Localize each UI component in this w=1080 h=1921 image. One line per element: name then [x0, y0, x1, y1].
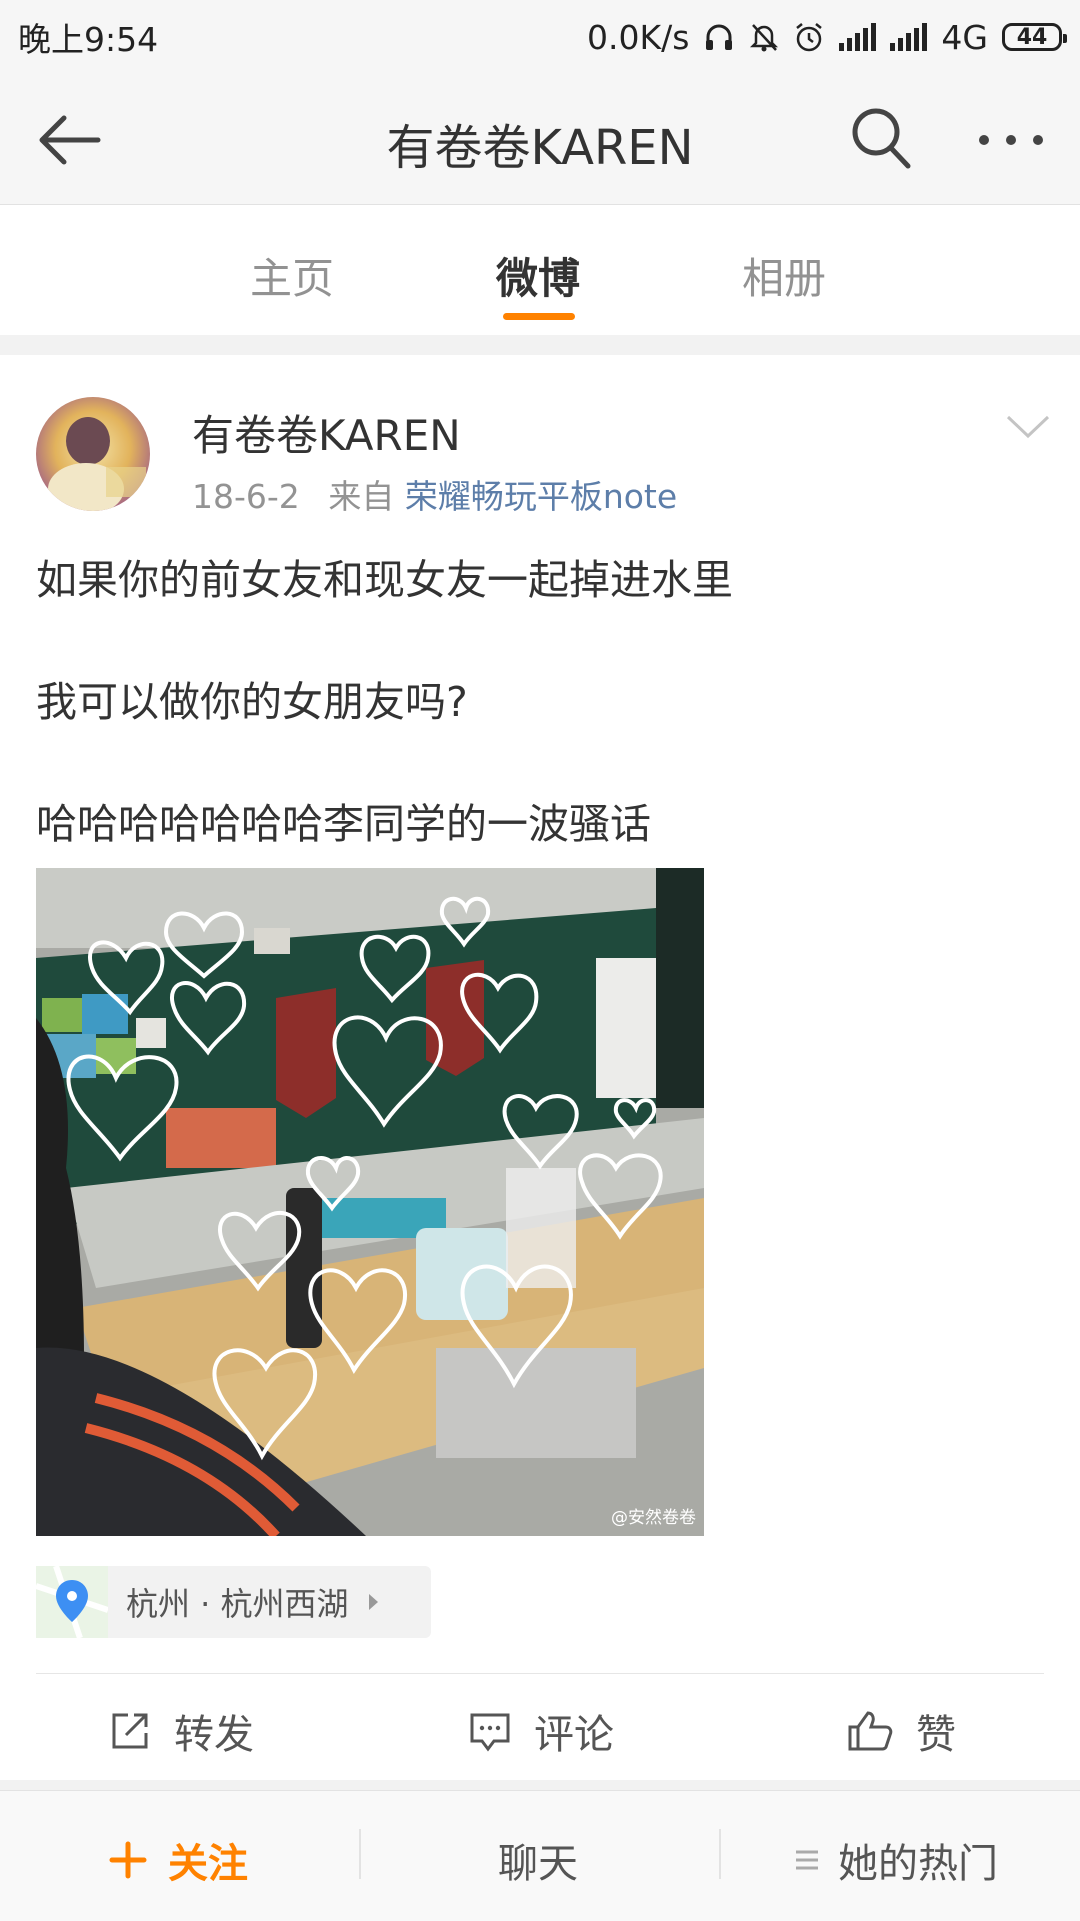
signal-icon: [890, 23, 928, 51]
tab-home[interactable]: 主页: [250, 245, 334, 306]
chat-label: 聊天: [498, 1841, 578, 1887]
arrow-right-icon: [368, 1594, 378, 1610]
menu-icon: [796, 1850, 818, 1870]
location-text: 杭州 · 杭州西湖: [126, 1585, 349, 1623]
bottom-bar: 关注 聊天 她的热门: [0, 1790, 1080, 1921]
page-title: 有卷卷KAREN: [386, 120, 694, 176]
plus-icon: [109, 1841, 147, 1879]
like-label: 赞: [916, 1712, 956, 1758]
chat-button[interactable]: 聊天: [498, 1831, 578, 1889]
post-text-line: 如果你的前女友和现女友一起掉进水里: [36, 556, 733, 604]
alarm-icon: [793, 21, 825, 53]
tab-album[interactable]: 相册: [742, 245, 826, 306]
post-source[interactable]: 荣耀畅玩平板note: [405, 477, 677, 516]
tab-weibo[interactable]: 微博: [496, 245, 580, 306]
nav-bar: 有卷卷KAREN: [0, 74, 1080, 205]
more-icon[interactable]: [976, 130, 1046, 150]
post-author[interactable]: 有卷卷KAREN: [192, 402, 461, 463]
like-button[interactable]: 赞: [846, 1702, 956, 1760]
avatar[interactable]: [36, 397, 150, 511]
post-actions: 转发 评论 赞: [0, 1674, 1080, 1780]
post-photo[interactable]: @安然卷卷: [36, 868, 704, 1536]
separator: [359, 1829, 361, 1879]
source-prefix: 来自: [328, 477, 395, 516]
separator: [719, 1829, 721, 1879]
active-tab-indicator: [503, 313, 575, 320]
post-meta: 18-6-2 来自 荣耀畅玩平板note: [192, 470, 677, 518]
status-time: 晚上9:54: [18, 20, 159, 59]
repost-button[interactable]: 转发: [108, 1702, 254, 1760]
post-text-line: 哈哈哈哈哈哈哈李同学的一波骚话: [36, 800, 651, 848]
comment-icon: [470, 1713, 510, 1752]
network-type: 4G: [941, 17, 988, 57]
section-divider: [0, 1780, 1080, 1790]
location-tag[interactable]: 杭州 · 杭州西湖: [35, 1565, 431, 1639]
hot-posts-button[interactable]: 她的热门: [794, 1831, 998, 1889]
bell-off-icon: [749, 21, 779, 53]
follow-label: 关注: [168, 1841, 248, 1887]
thumbs-up-icon: [848, 1711, 893, 1751]
network-speed: 0.0K/s: [586, 17, 690, 57]
follow-button[interactable]: 关注: [108, 1831, 248, 1889]
repost-label: 转发: [174, 1712, 254, 1758]
post-text-line: 我可以做你的女朋友吗?: [36, 678, 468, 726]
map-thumbnail: [35, 1565, 109, 1639]
status-bar: 晚上9:54 0.0K/s 4G 44: [0, 0, 1080, 74]
hot-posts-label: 她的热门: [838, 1841, 998, 1887]
comment-label: 评论: [534, 1712, 614, 1758]
headphones-icon: [703, 21, 735, 53]
status-icons: 0.0K/s 4G 44: [586, 17, 1067, 57]
search-icon[interactable]: [850, 104, 914, 172]
image-watermark: @安然卷卷: [611, 1508, 696, 1528]
profile-tabs: 主页 微博 相册: [0, 205, 1080, 335]
repost-icon: [112, 1713, 148, 1749]
section-divider: [0, 335, 1080, 355]
signal-icon: [839, 23, 877, 51]
post-date: 18-6-2: [192, 477, 300, 516]
battery-icon: 44: [1002, 23, 1067, 51]
chevron-down-icon[interactable]: [1006, 414, 1050, 444]
comment-button[interactable]: 评论: [468, 1702, 614, 1760]
